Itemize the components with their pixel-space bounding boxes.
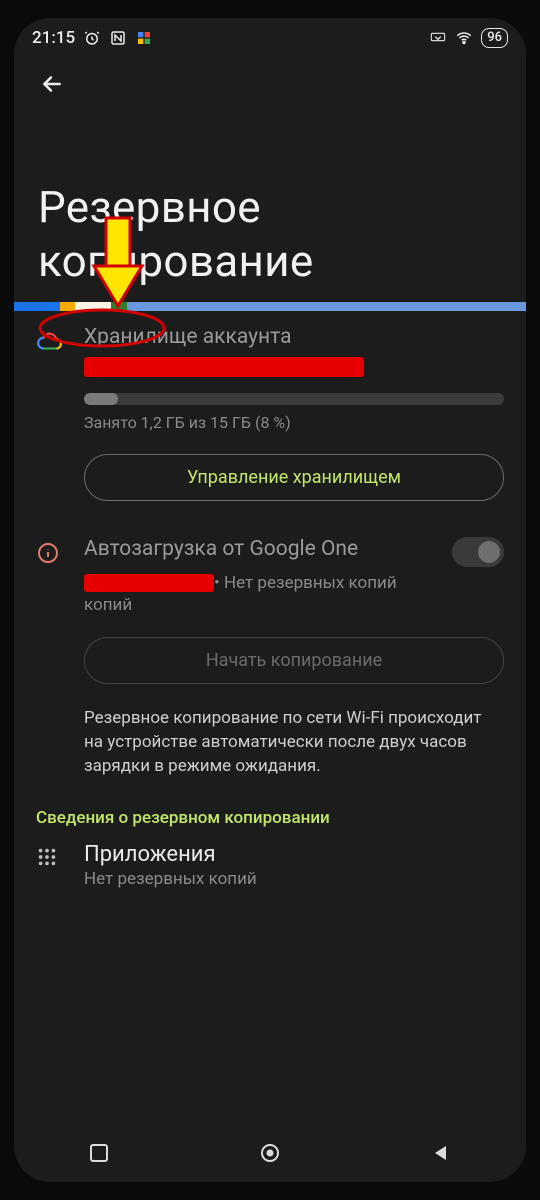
- wifi-backup-note: Резервное копирование по сети Wi-Fi прои…: [14, 684, 526, 778]
- nfc-icon: [109, 29, 127, 47]
- storage-progress-bar: [84, 393, 504, 405]
- redacted-account-email: [84, 357, 364, 377]
- backup-info-header: Сведения о резервном копировании: [14, 778, 526, 834]
- storage-usage-text: Занято 1,2 ГБ из 15 ГБ (8 %): [84, 413, 504, 432]
- google-one-status-line2: копий: [84, 595, 504, 615]
- manage-storage-button[interactable]: Управление хранилищем: [84, 454, 504, 501]
- start-backup-button[interactable]: Начать копирование: [84, 637, 504, 684]
- battery-indicator: 96: [481, 28, 508, 48]
- status-bar: 21:15 96: [14, 18, 526, 58]
- redacted-device-name: [84, 574, 214, 592]
- google-one-toggle[interactable]: [452, 537, 504, 567]
- puzzle-icon: [135, 29, 153, 47]
- apps-title: Приложения: [84, 842, 504, 867]
- apps-sub: Нет резервных копий: [84, 869, 504, 889]
- nav-recent-button[interactable]: [69, 1136, 129, 1170]
- storage-title: Хранилище аккаунта: [84, 325, 504, 349]
- cloud-icon: [36, 325, 84, 501]
- battery-pct: 96: [487, 29, 502, 47]
- storage-segmented-bar: [14, 302, 526, 311]
- keyboard-dismiss-icon: [429, 29, 447, 47]
- back-button[interactable]: [32, 64, 72, 104]
- alarm-icon: [83, 29, 101, 47]
- system-nav-bar: [14, 1132, 526, 1182]
- google-one-title: Автозагрузка от Google One: [84, 537, 442, 561]
- apps-row[interactable]: Приложения Нет резервных копий: [36, 842, 504, 889]
- nav-home-button[interactable]: [240, 1136, 300, 1170]
- nav-back-button[interactable]: [411, 1136, 471, 1170]
- page-title: Резервное копирование: [14, 110, 526, 302]
- google-one-status: • Нет резервных копий: [214, 573, 397, 593]
- wifi-icon: [455, 29, 473, 47]
- apps-grid-icon: [36, 842, 84, 889]
- info-icon: [36, 537, 84, 684]
- status-time: 21:15: [32, 28, 75, 48]
